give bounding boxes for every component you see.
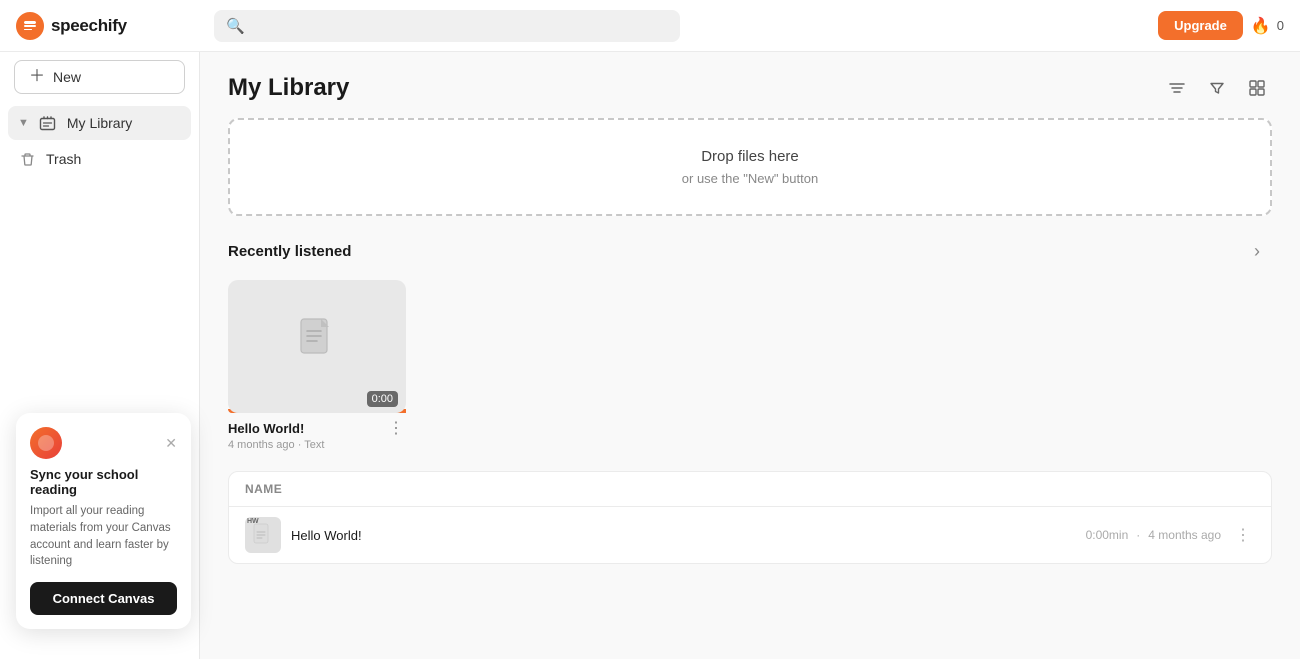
search-input[interactable] [253, 18, 668, 34]
sidebar-item-trash[interactable]: Trash [8, 142, 191, 176]
credits-icon: 🔥 [1251, 16, 1271, 36]
speechify-logo-icon [16, 12, 44, 40]
file-more-button[interactable]: ⋮ [1231, 525, 1255, 545]
library-icon [39, 114, 57, 132]
card-thumbnail: 0:00 [228, 280, 406, 413]
credits-count: 0 [1277, 18, 1284, 33]
plus-icon: ＋ [29, 69, 45, 85]
header-icons [1162, 75, 1272, 101]
main-header: My Library [200, 52, 1300, 118]
file-thumb-label: HW [247, 518, 259, 525]
trash-icon [18, 150, 36, 168]
recently-listened-title: Recently listened [228, 243, 351, 260]
sidebar-nav: ▼ My Library [0, 106, 199, 176]
search-bar: 🔍 [214, 10, 680, 42]
sidebar-item-my-library[interactable]: ▼ My Library [8, 106, 191, 140]
file-duration: 0:00min [1086, 528, 1129, 542]
main-content: My Library [200, 52, 1300, 659]
sort-icon-button[interactable] [1162, 75, 1192, 101]
page-title: My Library [228, 74, 349, 102]
file-thumbnail: HW [245, 517, 281, 553]
sidebar-item-my-library-label: My Library [67, 115, 132, 131]
file-list-header: Name [229, 472, 1271, 507]
cards-row: 0:00 Hello World! 4 months ago · [228, 280, 1272, 451]
file-list-col-name: Name [245, 482, 282, 496]
canvas-icon-inner [38, 435, 54, 451]
canvas-popup: ✕ Sync your school reading Import all yo… [16, 413, 191, 629]
file-meta: 0:00min · 4 months ago [1086, 528, 1221, 542]
search-icon: 🔍 [226, 17, 245, 35]
recently-listened-section: Recently listened › [200, 236, 1300, 451]
card-name: Hello World! [228, 421, 324, 436]
sidebar-item-trash-label: Trash [46, 151, 81, 167]
file-ago: 4 months ago [1148, 528, 1221, 542]
drop-zone-title: Drop files here [250, 148, 1250, 165]
card-type: Text [304, 439, 324, 451]
canvas-popup-header: ✕ [30, 427, 177, 459]
card-text-info: Hello World! 4 months ago · Text [228, 421, 324, 451]
doc-icon [297, 317, 337, 376]
credits-badge: 🔥 0 [1251, 16, 1284, 36]
canvas-popup-description: Import all your reading materials from y… [30, 503, 177, 570]
canvas-close-button[interactable]: ✕ [165, 436, 177, 450]
card-more-button[interactable]: ⋮ [386, 421, 406, 437]
card-ago: 4 months ago [228, 439, 295, 451]
logo-area: speechify [16, 12, 186, 40]
canvas-icon [30, 427, 62, 459]
upgrade-button[interactable]: Upgrade [1158, 11, 1243, 40]
recently-listened-card[interactable]: 0:00 Hello World! 4 months ago · [228, 280, 406, 451]
logo-text: speechify [51, 16, 127, 36]
drop-zone-subtitle: or use the "New" button [250, 171, 1250, 186]
card-info: Hello World! 4 months ago · Text ⋮ [228, 421, 406, 451]
layout-icon-button[interactable] [1242, 75, 1272, 101]
file-list: Name HW Hello World! 0:00min · 4 mo [228, 471, 1272, 564]
file-row[interactable]: HW Hello World! 0:00min · 4 months ago ⋮ [229, 507, 1271, 563]
file-name: Hello World! [291, 528, 1076, 543]
section-arrow-button[interactable]: › [1242, 236, 1272, 266]
filter-icon-button[interactable] [1202, 75, 1232, 101]
card-meta: 4 months ago · Text [228, 439, 324, 451]
chevron-down-icon: ▼ [18, 117, 29, 129]
file-separator: · [1136, 528, 1140, 542]
canvas-connect-button[interactable]: Connect Canvas [30, 582, 177, 615]
section-header: Recently listened › [228, 236, 1272, 266]
new-button[interactable]: ＋ New [14, 60, 185, 94]
canvas-popup-title: Sync your school reading [30, 467, 177, 497]
card-duration: 0:00 [367, 391, 398, 407]
new-button-label: New [53, 69, 81, 85]
drop-zone[interactable]: Drop files here or use the "New" button [228, 118, 1272, 216]
app-header: speechify 🔍 Upgrade 🔥 0 [0, 0, 1300, 52]
